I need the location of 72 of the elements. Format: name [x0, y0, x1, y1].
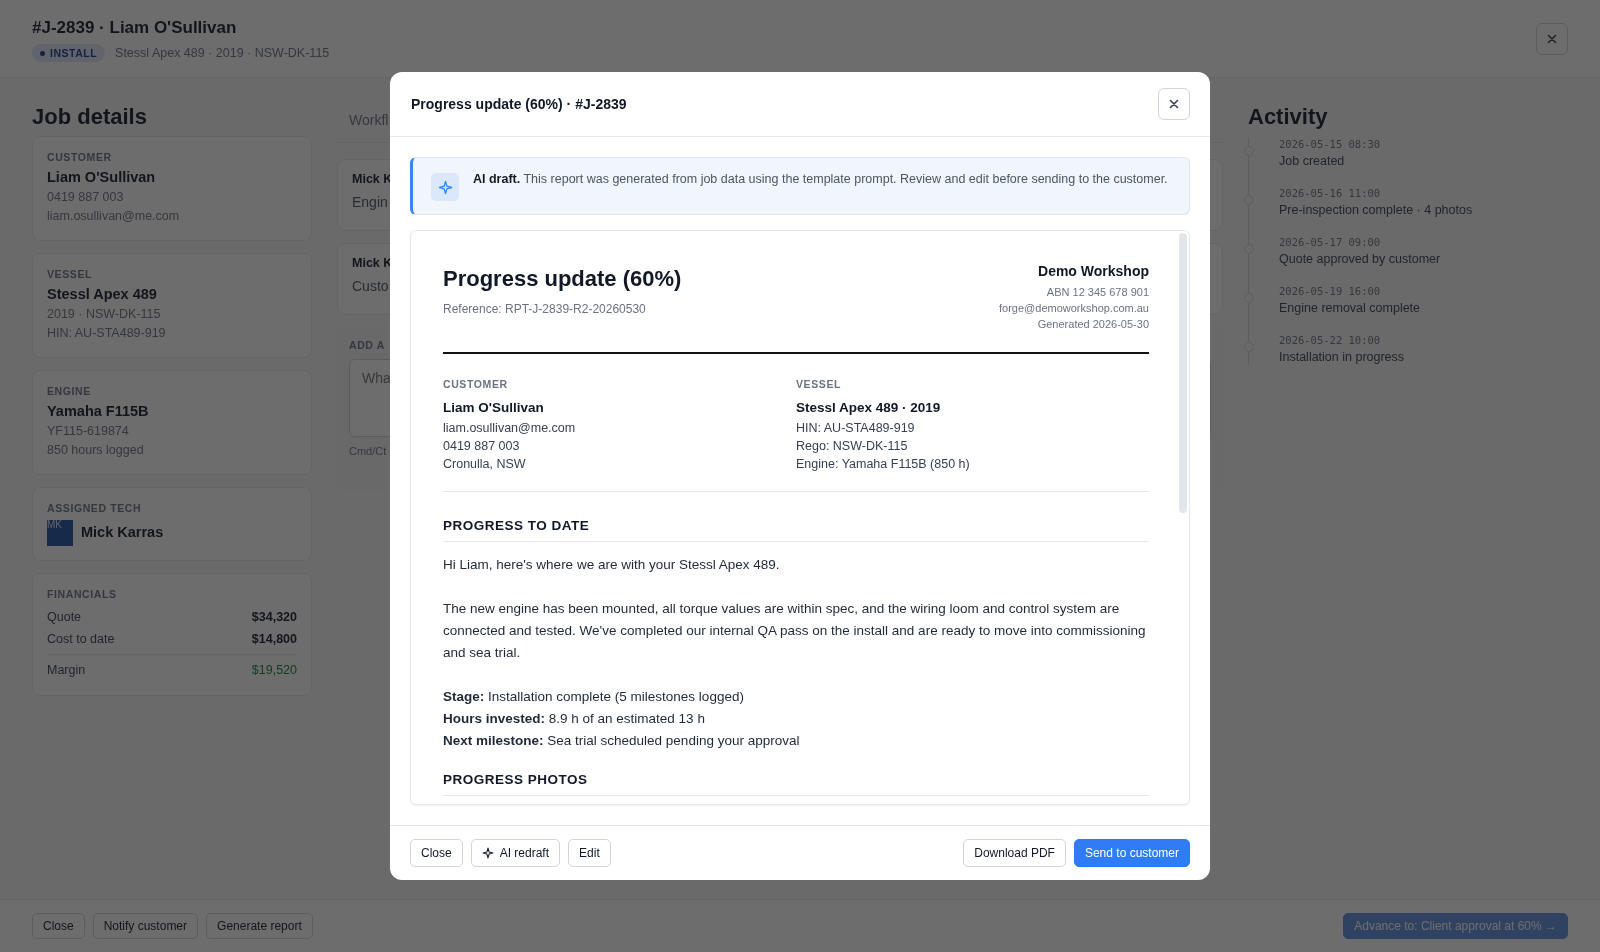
financial-value: $19,520	[251, 663, 297, 677]
footer-button[interactable]: Edit	[568, 839, 611, 867]
event-text: Pre-inspection complete · 4 photos	[1279, 203, 1474, 217]
party-line: HIN: AU-STA489-919	[796, 420, 916, 437]
card-line: YF115-619874	[47, 423, 130, 440]
footer-button[interactable]: Generate report	[206, 913, 313, 939]
card-label: ASSIGNED TECH	[47, 502, 143, 514]
card-line: HIN: AU-STA489-919	[47, 325, 167, 342]
send-button[interactable]: Send to customer	[1073, 839, 1190, 867]
party-label: CUSTOMER	[443, 378, 509, 390]
redraft-button[interactable]: AI redraft	[470, 839, 561, 867]
card-line: 0419 887 003	[47, 189, 125, 206]
financial-label: Quote	[47, 610, 82, 624]
status-badge: INSTALL	[32, 44, 106, 62]
party-name: Liam O'Sullivan	[443, 400, 545, 415]
close-button[interactable]	[1536, 23, 1568, 55]
close-icon	[1546, 33, 1558, 45]
notice-text: AI draft. This report was generated from job data using the template prompt. Review and edit before sending to the customer.	[473, 171, 1168, 188]
financial-label: Cost to date	[47, 632, 115, 646]
section-heading: Job details	[32, 104, 148, 130]
footer-button[interactable]: Download PDF	[963, 839, 1066, 867]
report-paragraph: Hi Liam, here's where we are with your Stessl Apex 489.	[443, 556, 781, 574]
card-label: FINANCIALS	[47, 588, 118, 600]
party-line: 0419 887 003	[443, 438, 521, 455]
card-label: CUSTOMER	[47, 151, 113, 163]
close-icon	[1168, 98, 1180, 110]
report-fact: Stage: Installation complete (5 milestones logged)	[443, 688, 745, 706]
report-fact: Hours invested: 8.9 h of an estimated 13 h	[443, 710, 706, 728]
sparkle-icon	[437, 179, 453, 195]
section-heading: PROGRESS TO DATE	[443, 492, 1149, 542]
avatar: MK	[47, 520, 73, 546]
card-label: VESSEL	[47, 268, 94, 280]
party-name: Stessl Apex 489 · 2019	[796, 400, 942, 415]
report-reference: Reference: RPT-J-2839-R2-20260530	[443, 302, 647, 316]
party-line: liam.osullivan@me.com	[443, 420, 577, 437]
footer-button[interactable]: Close	[410, 839, 463, 867]
party-line: Engine: Yamaha F115B (850 h)	[796, 456, 971, 473]
scrollbar-thumb[interactable]	[1179, 233, 1187, 513]
footer-button[interactable]: Close	[32, 913, 85, 939]
section-heading: Activity	[1248, 104, 1329, 130]
event-text: Engine removal complete	[1279, 301, 1422, 315]
card-title: Stessl Apex 489	[47, 286, 158, 302]
job-title: #J-2839 · Liam O'Sullivan	[32, 18, 238, 38]
event-text: Quote approved by customer	[1279, 252, 1442, 266]
card-title: Liam O'Sullivan	[47, 169, 157, 185]
card-title: Mick Karras	[81, 523, 164, 540]
company-line: forge@demoworkshop.com.au	[999, 301, 1149, 316]
card-line: liam.osullivan@me.com	[47, 208, 181, 225]
card-title: Yamaha F115B	[47, 403, 150, 419]
party-line: Cronulla, NSW	[443, 456, 527, 473]
financial-value: $14,800	[251, 632, 297, 646]
sparkle-icon	[481, 847, 494, 859]
job-subtitle: Stessl Apex 489 · 2019 · NSW-DK-115	[115, 46, 330, 60]
company-line: ABN 12 345 678 901	[1045, 285, 1149, 300]
financial-value: $34,320	[251, 610, 297, 624]
financial-label: Margin	[47, 663, 86, 677]
close-button[interactable]	[1158, 88, 1190, 120]
report-title: Progress update (60%)	[443, 266, 682, 292]
event-text: Installation in progress	[1279, 350, 1406, 364]
entry-text: Engin	[352, 194, 388, 210]
company-name: Demo Workshop	[1037, 263, 1149, 279]
company-line: Generated 2026-05-30	[1036, 317, 1149, 332]
dialog-title: Progress update (60%) · #J-2839	[411, 96, 627, 112]
party-line: Rego: NSW-DK-115	[796, 438, 909, 455]
card-label: ENGINE	[47, 385, 92, 397]
card-line: 850 hours logged	[47, 442, 145, 459]
party-label: VESSEL	[796, 378, 843, 390]
entry-text: Custo	[352, 278, 389, 294]
event-text: Job created	[1279, 154, 1346, 168]
card-line: 2019 · NSW-DK-115	[47, 306, 162, 323]
footer-button[interactable]: Notify customer	[92, 913, 199, 939]
report-paragraph: The new engine has been mounted, all torque values are within spec, and the wiring loom and control system are connected and tested. We've completed our internal QA pass on the install and are ready to move into commissioning and sea trial.	[443, 600, 1147, 662]
